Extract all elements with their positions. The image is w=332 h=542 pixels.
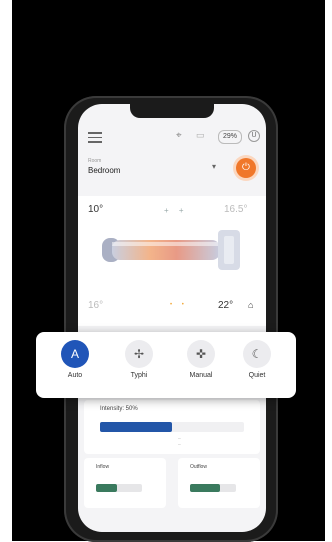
inflow-slider[interactable] [96, 484, 142, 492]
home-icon: ⌂ [248, 300, 254, 310]
intensity-ticks: – – [178, 436, 251, 448]
sun-indicator: • • [170, 302, 188, 308]
moon-icon: ☾ [243, 340, 271, 368]
mode-quiet-label: Quiet [248, 372, 266, 379]
temp-top-right: 16.5° [224, 204, 248, 215]
inflow-fill [96, 484, 117, 492]
phone-notch [130, 104, 214, 118]
chevron-down-icon[interactable]: ▾ [212, 162, 216, 171]
outflow-label: Outflow [190, 464, 207, 470]
outflow-fill [190, 484, 220, 492]
location-icon[interactable]: ⌖ [176, 130, 182, 141]
fan-icon: ✢ [125, 340, 153, 368]
mode-quiet[interactable]: ☾ Quiet [232, 340, 282, 379]
room-caption: Room [88, 158, 102, 164]
inflow-card: Inflow [84, 458, 166, 508]
auto-icon: A [61, 340, 89, 368]
battery-pill: 29% [218, 130, 243, 144]
room-selector[interactable]: Room Bedroom ▾ ⏻ [84, 156, 260, 186]
user-icon[interactable]: U [248, 130, 260, 142]
phone-screen: ⌖ ▭ 29% U Room Bedroom ▾ ⏻ 10° + + 16.5° [78, 104, 266, 532]
message-icon[interactable]: ▭ [196, 130, 205, 141]
temp-bottom-left: 16° [88, 300, 104, 311]
mode-auto[interactable]: A Auto [50, 340, 100, 379]
mode-typhi-label: Typhi [130, 372, 148, 379]
manual-icon: ✜ [187, 340, 215, 368]
inflow-label: Inflow [96, 464, 110, 470]
mode-manual[interactable]: ✜ Manual [176, 340, 226, 379]
heater-image [102, 230, 240, 270]
menu-icon[interactable] [88, 132, 102, 143]
heater-card: 10° + + 16.5° 16° • • 22° ⌂ [78, 196, 266, 326]
fan-indicator: + + [164, 206, 188, 215]
top-bar: ⌖ ▭ 29% U [78, 124, 266, 154]
intensity-slider[interactable] [100, 422, 244, 432]
mode-auto-label: Auto [67, 372, 83, 379]
mode-typhi[interactable]: ✢ Typhi [114, 340, 164, 379]
outflow-card: Outflow [178, 458, 260, 508]
mode-manual-label: Manual [189, 372, 213, 379]
intensity-label: Intensity: 50% [100, 406, 138, 412]
mode-panel: A Auto ✢ Typhi ✜ Manual ☾ Quiet [36, 332, 296, 398]
outflow-slider[interactable] [190, 484, 236, 492]
temp-top-left: 10° [88, 204, 104, 215]
intensity-card: Intensity: 50% – – [84, 400, 260, 454]
temp-bottom-right: 22° [218, 300, 234, 311]
power-button[interactable]: ⏻ [236, 158, 256, 178]
room-name: Bedroom [88, 166, 121, 175]
intensity-fill [100, 422, 172, 432]
